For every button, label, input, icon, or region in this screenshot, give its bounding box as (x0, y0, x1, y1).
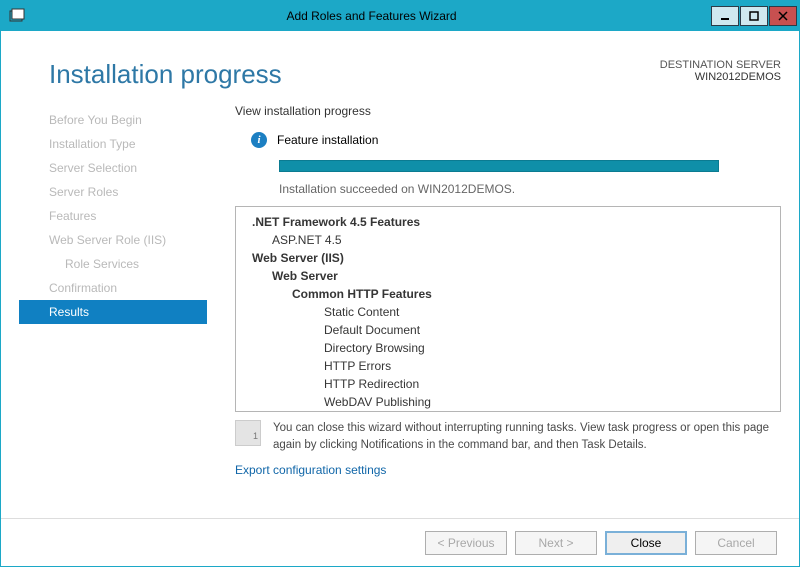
tree-item: .NET Framework 4.5 Features (242, 213, 780, 231)
info-icon: i (251, 132, 267, 148)
wizard-window: Add Roles and Features Wizard Installati… (0, 0, 800, 567)
destination-info: DESTINATION SERVER WIN2012DEMOS (660, 59, 781, 83)
tree-item: Default Document (242, 321, 780, 339)
flag-icon: 1 (235, 420, 261, 446)
sidebar-step-2: Server Selection (19, 156, 207, 180)
destination-server: WIN2012DEMOS (660, 71, 781, 83)
sidebar-step-3: Server Roles (19, 180, 207, 204)
previous-button: < Previous (425, 531, 507, 555)
close-window-button[interactable] (769, 6, 797, 26)
tree-item: ASP.NET 4.5 (242, 231, 780, 249)
success-message: Installation succeeded on WIN2012DEMOS. (279, 182, 781, 196)
sidebar-step-8[interactable]: Results (19, 300, 207, 324)
titlebar[interactable]: Add Roles and Features Wizard (1, 1, 799, 31)
page-title: Installation progress (49, 59, 282, 90)
sidebar-step-0: Before You Begin (19, 108, 207, 132)
tree-item: Common HTTP Features (242, 285, 780, 303)
tree-item: HTTP Redirection (242, 375, 780, 393)
hint-text: You can close this wizard without interr… (273, 420, 781, 453)
footer-buttons: < Previous Next > Close Cancel (1, 518, 799, 566)
tree-item: HTTP Errors (242, 357, 780, 375)
app-icon (9, 8, 25, 24)
sidebar-step-4: Features (19, 204, 207, 228)
window-title: Add Roles and Features Wizard (33, 9, 710, 23)
panel-subhead: View installation progress (235, 104, 781, 118)
step-sidebar: Before You BeginInstallation TypeServer … (19, 104, 207, 516)
sidebar-step-5: Web Server Role (IIS) (19, 228, 207, 252)
tree-item: Static Content (242, 303, 780, 321)
main-panel: View installation progress i Feature ins… (207, 104, 781, 516)
status-text: Feature installation (277, 133, 378, 147)
destination-label: DESTINATION SERVER (660, 59, 781, 71)
tree-item: WebDAV Publishing (242, 393, 780, 411)
next-button: Next > (515, 531, 597, 555)
window-controls (710, 6, 797, 26)
tree-item: Directory Browsing (242, 339, 780, 357)
maximize-button[interactable] (740, 6, 768, 26)
content-area: Installation progress DESTINATION SERVER… (1, 31, 799, 566)
tree-item: Web Server (242, 267, 780, 285)
sidebar-step-6: Role Services (19, 252, 207, 276)
progress-bar (279, 160, 719, 172)
tree-item: Web Server (IIS) (242, 249, 780, 267)
close-button[interactable]: Close (605, 531, 687, 555)
export-config-link[interactable]: Export configuration settings (235, 463, 781, 477)
feature-tree[interactable]: .NET Framework 4.5 FeaturesASP.NET 4.5We… (235, 206, 781, 412)
cancel-button: Cancel (695, 531, 777, 555)
minimize-button[interactable] (711, 6, 739, 26)
sidebar-step-7: Confirmation (19, 276, 207, 300)
sidebar-step-1: Installation Type (19, 132, 207, 156)
